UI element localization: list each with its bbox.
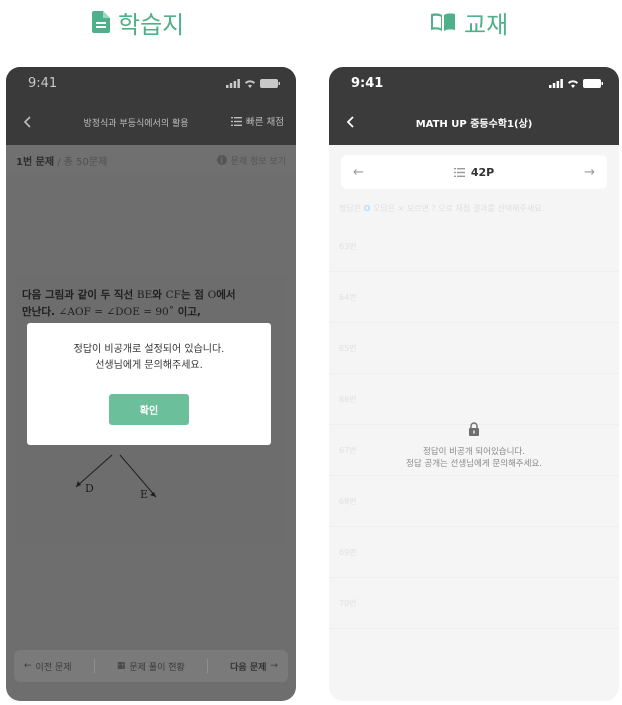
textbook-heading: 교재 xyxy=(430,6,509,39)
label-e: E xyxy=(140,488,148,501)
page-selector: ← 42P → xyxy=(341,155,607,189)
grading-legend: 정답은 O 오답은 × 모르면 ? 으로 채점 결과를 선택해주세요. xyxy=(339,204,545,213)
solve-status-label: 문제 풀이 현황 xyxy=(129,662,185,673)
document-icon xyxy=(92,11,110,33)
solve-status-button[interactable]: ▦ 문제 풀이 현황 xyxy=(117,660,185,673)
quick-grade-button[interactable]: 빠른 채점 xyxy=(231,114,284,128)
list-item: 68번 xyxy=(329,476,619,527)
list-icon xyxy=(231,116,243,126)
list-item: 69번 xyxy=(329,527,619,578)
book-title: MATH UP 중등수학1(상) xyxy=(415,118,533,130)
answer-private-modal: 정답이 비공개로 설정되어 있습니다. 선생님에게 문의해주세요. 확인 xyxy=(27,323,271,445)
page-dropdown[interactable]: 42P xyxy=(453,165,495,179)
confirm-button[interactable]: 확인 xyxy=(109,394,189,425)
list-icon xyxy=(453,167,465,177)
modal-message: 정답이 비공개로 설정되어 있습니다. 선생님에게 문의해주세요. xyxy=(73,344,225,371)
question-total: / 총 50문제 xyxy=(54,156,108,168)
label-d: D xyxy=(85,482,94,495)
worksheet-title: 학습지 xyxy=(118,10,185,39)
page-title: 방정식과 부등식에서의 활용 xyxy=(83,118,189,129)
page-number: 42P xyxy=(470,165,495,179)
lock-icon xyxy=(469,422,479,436)
question-info-button[interactable]: i 문제 정보 보기 xyxy=(216,154,286,167)
question-header: 1번 문제 / 총 50문제 i 문제 정보 보기 xyxy=(6,145,296,175)
signal-icon xyxy=(226,78,240,88)
textbook-title: 교재 xyxy=(464,10,509,39)
arrow-left-icon: ← xyxy=(24,661,32,671)
grid-icon: ▦ xyxy=(116,661,126,671)
status-bar: 9:41 xyxy=(329,67,619,99)
next-page-icon[interactable]: → xyxy=(584,165,595,180)
list-item: 64번 xyxy=(329,272,619,323)
battery-icon xyxy=(583,78,603,88)
worksheet-phone: 9:41 방정식과 부등식에서의 활용 빠른 채점 1번 문제 / 총 50문제… xyxy=(6,67,296,701)
question-number: 1번 문제 xyxy=(16,156,55,168)
next-question-label: 다음 문제 xyxy=(230,662,267,673)
wifi-icon xyxy=(568,79,578,88)
question-text: 다음 그림과 같이 두 직선 BE와 CF는 점 O에서 만난다. ∠AOF =… xyxy=(22,289,236,318)
list-item: 63번 xyxy=(329,221,619,272)
wifi-icon xyxy=(245,79,255,88)
list-item: 66번 xyxy=(329,374,619,425)
next-question-button[interactable]: 다음 문제 → xyxy=(230,660,278,673)
prev-question-button[interactable]: ← 이전 문제 xyxy=(24,660,72,673)
textbook-phone: 9:41 MATH UP 중등수학1(상) ← 42P → 정답은 O 오답은 … xyxy=(329,67,619,701)
back-arrow-icon[interactable] xyxy=(20,114,36,130)
arrow-right-icon: → xyxy=(270,661,278,671)
battery-icon xyxy=(260,78,280,88)
locked-message: 정답이 비공개 되어있습니다. 정답 공개는 선생님에게 문의해주세요. xyxy=(406,447,542,469)
status-bar: 9:41 xyxy=(6,67,296,99)
bottom-nav: ← 이전 문제 ▦ 문제 풀이 현황 다음 문제 → xyxy=(14,650,288,682)
nav-bar: 방정식과 부등식에서의 활용 빠른 채점 xyxy=(6,99,296,145)
prev-question-label: 이전 문제 xyxy=(35,662,72,673)
worksheet-heading: 학습지 xyxy=(92,6,185,39)
list-item: 70번 xyxy=(329,578,619,629)
status-time: 9:41 xyxy=(28,75,58,91)
status-time: 9:41 xyxy=(351,75,384,91)
nav-bar: MATH UP 중등수학1(상) xyxy=(329,99,619,145)
question-info-label: 문제 정보 보기 xyxy=(230,156,286,167)
locked-notice: 정답이 비공개 되어있습니다. 정답 공개는 선생님에게 문의해주세요. xyxy=(329,421,619,470)
quick-grade-label: 빠른 채점 xyxy=(246,117,284,128)
signal-icon xyxy=(549,78,563,88)
list-item: 65번 xyxy=(329,323,619,374)
question-count: 1번 문제 / 총 50문제 xyxy=(16,153,107,168)
open-book-icon xyxy=(430,12,456,32)
prev-page-icon[interactable]: ← xyxy=(353,165,364,180)
info-icon: i xyxy=(216,155,227,165)
